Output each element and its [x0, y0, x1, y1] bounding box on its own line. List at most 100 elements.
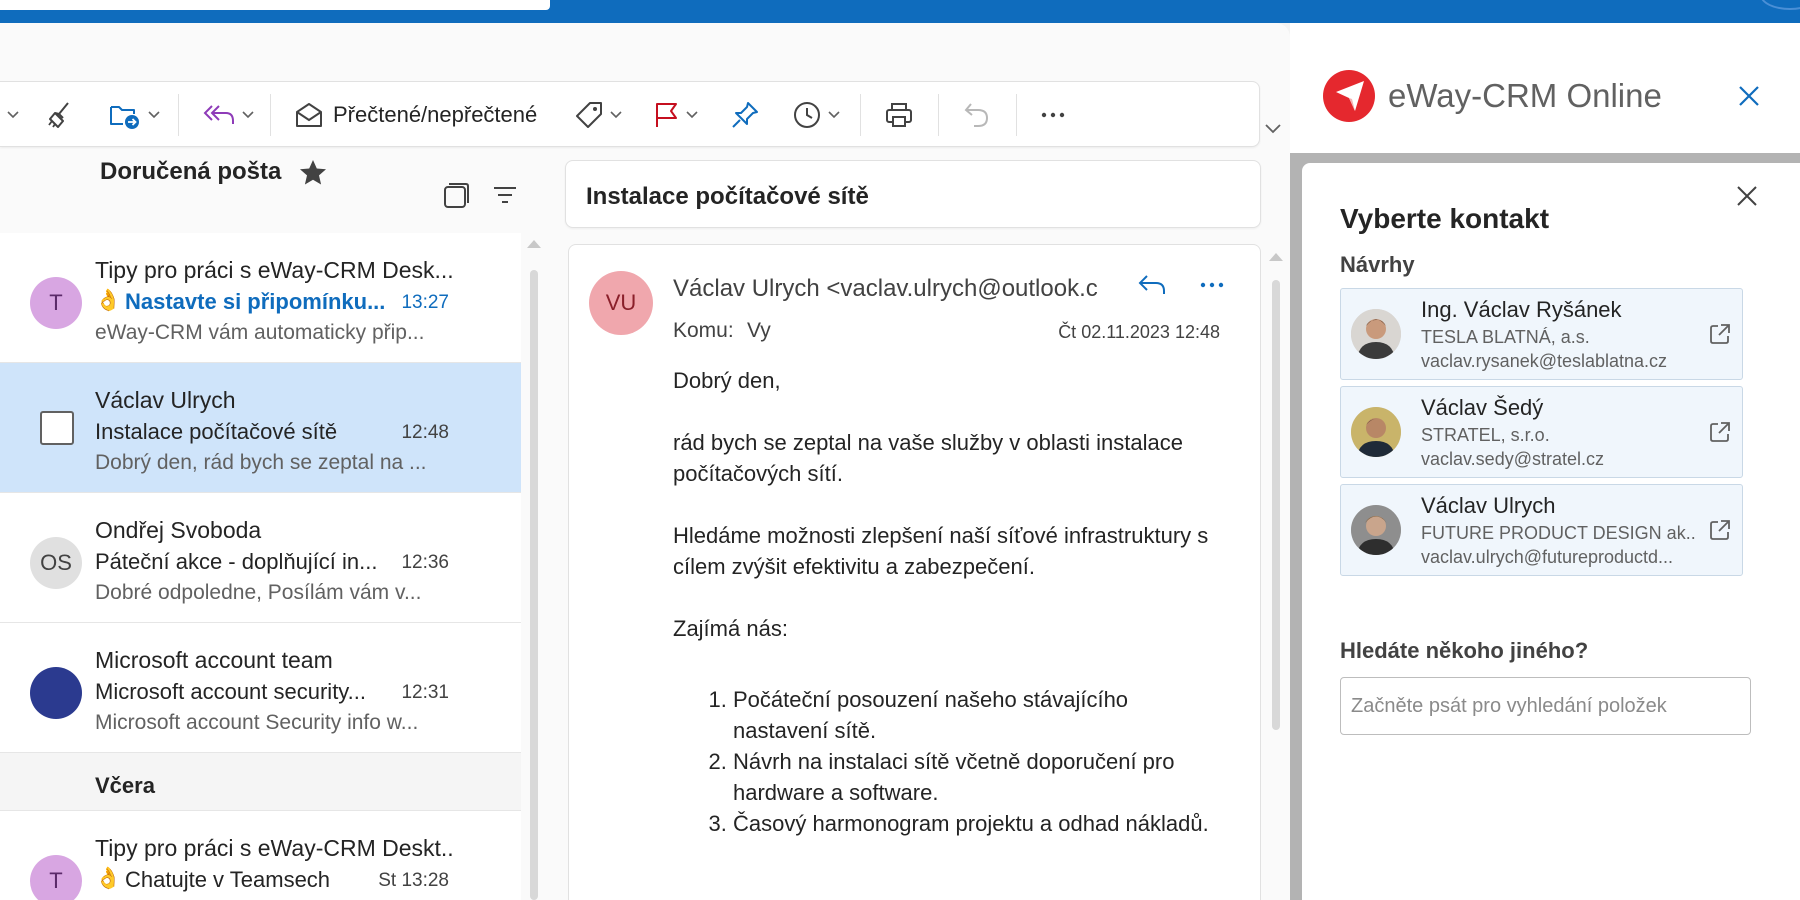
- contact-photo: [1351, 309, 1401, 359]
- message-time: 12:36: [401, 552, 449, 573]
- open-external-icon[interactable]: [1709, 323, 1731, 345]
- undo-button[interactable]: [962, 82, 992, 148]
- message-list-scrollbar[interactable]: [530, 270, 538, 900]
- contact-card[interactable]: Václav Ulrych FUTURE PRODUCT DESIGN ak..…: [1340, 484, 1743, 576]
- flag-icon: [656, 103, 677, 127]
- addin-header: eWay-CRM Online: [1290, 23, 1800, 153]
- contact-company: FUTURE PRODUCT DESIGN ak...: [1421, 523, 1696, 543]
- message-preview: eWay-CRM vám automaticky přip...: [95, 321, 425, 344]
- contact-email: vaclav.rysanek@teslablatna.cz: [1421, 351, 1668, 371]
- reading-subject: Instalace počítačové sítě: [586, 183, 869, 210]
- snooze-button[interactable]: [792, 82, 841, 148]
- account-button-stub[interactable]: [1760, 0, 1800, 10]
- contact-name: Václav Šedý: [1421, 395, 1544, 420]
- close-icon[interactable]: [1734, 183, 1760, 209]
- body-list-item: Počáteční posouzení našeho stávajícího n…: [733, 684, 1213, 746]
- message-item[interactable]: T Tipy pro práci s eWay-CRM Desk... 👌 Na…: [0, 233, 521, 363]
- message-item[interactable]: Microsoft account team Microsoft account…: [0, 623, 521, 753]
- ok-hand-emoji-icon: 👌: [95, 867, 122, 890]
- message-subject: Chatujte v Teamsech: [125, 867, 331, 892]
- reading-scroll-up-icon[interactable]: [1269, 253, 1283, 261]
- filter-icon[interactable]: [492, 184, 518, 206]
- recipient-label: Komu:: [673, 319, 734, 342]
- message-checkbox[interactable]: [40, 411, 74, 445]
- message-preview: Microsoft account Security info w...: [95, 711, 419, 734]
- chevron-down-icon[interactable]: [241, 110, 255, 120]
- folder-move-icon: [110, 106, 139, 129]
- reply-icon[interactable]: [1136, 271, 1168, 299]
- message-sender: Václav Ulrych: [95, 387, 236, 413]
- eway-crm-logo-icon: [1323, 70, 1375, 122]
- eway-crm-addin-pane: eWay-CRM Online Vyberte kontakt Návrhy I…: [1290, 23, 1800, 900]
- message-time: St 13:28: [378, 870, 449, 891]
- group-header-yesterday[interactable]: Včera: [0, 753, 521, 811]
- message-sender: Tipy pro práci s eWay-CRM Desk...: [95, 257, 454, 283]
- read-unread-label: Přečtené/nepřečtené: [333, 102, 538, 127]
- message-item[interactable]: OS Ondřej Svoboda Páteční akce - doplňuj…: [0, 493, 521, 623]
- contact-name: Ing. Václav Ryšánek: [1421, 297, 1622, 322]
- body-paragraph: rád bych se zeptal na vaše služby v obla…: [673, 430, 1183, 486]
- star-icon[interactable]: [298, 158, 328, 186]
- message-preview: Dobré odpoledne, Posílám vám v...: [95, 581, 422, 604]
- avatar: T: [30, 855, 82, 900]
- message-list: T Tipy pro práci s eWay-CRM Desk... 👌 Na…: [0, 207, 521, 900]
- sender-address[interactable]: Václav Ulrych <vaclav.ulrych@outlook.c: [673, 275, 1123, 303]
- message-item-selected[interactable]: Václav Ulrych Instalace počítačové sítě …: [0, 363, 521, 493]
- search-other-label: Hledáte někoho jiného?: [1340, 638, 1589, 663]
- reading-pane-scrollbar[interactable]: [1272, 280, 1280, 730]
- printer-icon: [886, 103, 912, 127]
- list-scroll-up-icon[interactable]: [527, 240, 541, 248]
- recipient[interactable]: Vy: [747, 319, 771, 343]
- panel-title: Vyberte kontakt: [1340, 203, 1550, 234]
- body-list-item: Návrh na instalaci sítě včetně doporučen…: [733, 746, 1213, 808]
- chevron-down-icon[interactable]: [609, 110, 623, 120]
- body-greeting: Dobrý den,: [673, 368, 781, 393]
- contact-photo: [1351, 407, 1401, 457]
- categorize-button[interactable]: [574, 82, 623, 148]
- more-horizontal-icon[interactable]: [1199, 271, 1225, 299]
- body-list-item: Časový harmonogram projektu a odhad nákl…: [733, 808, 1213, 839]
- body-paragraph: Zajímá nás:: [673, 616, 788, 641]
- undo-icon: [964, 103, 989, 127]
- broom-icon: [48, 102, 69, 128]
- contact-card[interactable]: Václav Šedý STRATEL, s.r.o. vaclav.sedy@…: [1340, 386, 1743, 478]
- open-external-icon[interactable]: [1709, 421, 1731, 443]
- chevron-down-icon[interactable]: [147, 110, 161, 120]
- contact-search-input[interactable]: [1340, 677, 1751, 735]
- clock-icon: [794, 102, 820, 128]
- reading-pane-toggle-icon[interactable]: [442, 182, 470, 210]
- message-sender: Microsoft account team: [95, 647, 333, 673]
- search-box-stub[interactable]: [0, 0, 550, 10]
- message-subject: Microsoft account security...: [95, 679, 367, 704]
- more-horizontal-icon: [1041, 112, 1065, 118]
- ribbon-expand-chevron-icon[interactable]: [1264, 123, 1282, 135]
- body-list: Počáteční posouzení našeho stávajícího n…: [673, 684, 1213, 839]
- tag-icon: [576, 102, 602, 128]
- app-header-bar: [0, 0, 1800, 23]
- message-subject: Nastavte si připomínku...: [125, 289, 386, 314]
- chevron-down-icon[interactable]: [685, 110, 699, 120]
- message-time: 12:48: [401, 422, 449, 443]
- message-time: 13:27: [401, 292, 449, 313]
- contact-name: Václav Ulrych: [1421, 493, 1556, 518]
- more-options-button[interactable]: [1040, 82, 1066, 148]
- addin-title: eWay-CRM Online: [1388, 77, 1662, 114]
- flag-button[interactable]: [652, 82, 699, 148]
- print-button[interactable]: [884, 82, 914, 148]
- avatar: OS: [30, 537, 82, 589]
- addin-body: Vyberte kontakt Návrhy Ing. Václav Ryšán…: [1290, 153, 1800, 900]
- folder-title: Doručená pošta: [100, 158, 282, 185]
- open-external-icon[interactable]: [1709, 519, 1731, 541]
- pin-button[interactable]: [730, 82, 760, 148]
- message-preview: Dobrý den, rád bych se zeptal na ...: [95, 451, 427, 474]
- suggestions-label: Návrhy: [1340, 252, 1415, 277]
- reading-subject-bar: Instalace počítačové sítě: [565, 160, 1261, 228]
- chevron-down-icon[interactable]: [827, 110, 841, 120]
- close-icon[interactable]: [1736, 83, 1762, 109]
- message-item[interactable]: T Tipy pro práci s eWay-CRM Deskt... 👌 C…: [0, 811, 521, 900]
- message-body: Dobrý den, rád bych se zeptal na vaše sl…: [673, 365, 1213, 839]
- select-contact-panel: Vyberte kontakt Návrhy Ing. Václav Ryšán…: [1302, 163, 1800, 900]
- contact-photo: [1351, 505, 1401, 555]
- reply-all-icon: [203, 105, 234, 124]
- contact-card[interactable]: Ing. Václav Ryšánek TESLA BLATNÁ, a.s. v…: [1340, 288, 1743, 380]
